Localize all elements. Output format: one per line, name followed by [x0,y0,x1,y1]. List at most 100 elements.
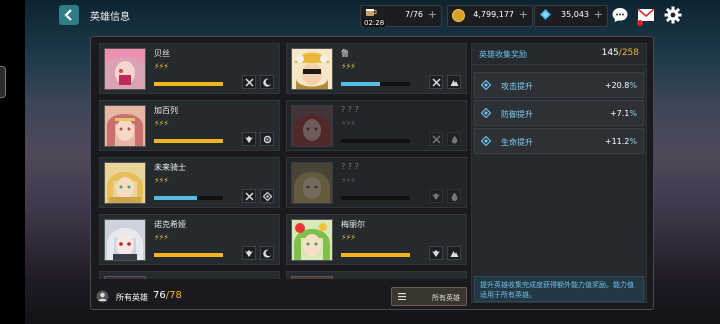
gem-value: 35,043 [561,10,589,19]
blue-gem-icon [540,9,551,20]
hero-count-footer: 所有英雄 76/78 [96,289,256,305]
hero-grid[interactable]: 贝丝 ⚡⚡⚡ 鲁 ⚡⚡⚡ 加百列 ⚡⚡⚡ ? ? ? ⚡⚡⚡ 未来骑士 ⚡⚡⚡ … [99,43,469,279]
mail-button[interactable] [635,4,657,26]
side-handle[interactable] [0,66,6,98]
hero-stars: ⚡⚡⚡ [154,62,169,71]
diamond-outline-icon [481,80,491,90]
hero-name: ? ? ? [341,162,359,171]
hero-stars: ⚡⚡⚡ [154,233,169,242]
hero-stars: ⚡⚡⚡ [154,119,169,128]
hero-portrait [104,105,146,147]
hero-progress-bar [341,139,410,143]
hero-portrait [291,219,333,261]
chat-icon [612,8,628,22]
hero-card-locked[interactable]: ? ? ? ⚡⚡⚡ [286,100,467,151]
mountain-icon [447,246,461,260]
stat-value: +11.2% [604,137,637,146]
diamond-icon [260,189,274,203]
owned-hero-count: 76/78 [153,290,182,301]
hero-progress-bar [341,253,410,257]
hero-card[interactable]: 贝丝 ⚡⚡⚡ [99,43,280,94]
hero-card[interactable]: 未来骑士 ⚡⚡⚡ [99,157,280,208]
droplet-icon [447,189,461,203]
hero-portrait [104,219,146,261]
stat-label: 生命提升 [501,138,533,147]
moon-icon [260,246,274,260]
diamond-outline-icon [481,136,491,146]
hero-stars: ⚡⚡⚡ [341,62,356,71]
stat-value: +7.1% [609,109,637,118]
settings-gear-icon [664,6,682,24]
collection-description: 提升英雄收集完成度获得额外能力值奖励。能力值适用于所有英雄。 [474,276,644,302]
hero-card[interactable]: 加百列 ⚡⚡⚡ [99,100,280,151]
settings-button[interactable] [662,4,684,26]
collection-title: 英雄收集奖励 [479,50,527,59]
hero-name: ? ? ? [341,105,359,114]
hero-portrait [104,276,146,279]
hero-progress-bar [341,196,410,200]
add-gem-button[interactable]: + [594,8,603,21]
gold-value: 4,799,177 [473,10,514,19]
moon-icon [260,75,274,89]
hero-card[interactable]: 鲁 ⚡⚡⚡ [286,43,467,94]
coffee-cup-icon [366,9,377,16]
gold-coin-icon [452,9,465,22]
all-heroes-label: 所有英雄 [116,293,148,302]
hero-portrait [291,162,333,204]
hero-card[interactable]: 诺克希娅 ⚡⚡⚡ [99,214,280,265]
add-stamina-button[interactable]: + [428,8,437,21]
hero-name: 加百列 [154,106,178,115]
hero-stars: ⚡⚡⚡ [154,176,169,185]
wings-icon [242,246,256,260]
page-title: 英雄信息 [90,12,130,23]
chat-button[interactable] [609,4,631,26]
wings-icon [429,189,443,203]
stamina-counter[interactable]: 02:28 7/76 + [360,5,442,27]
wings-icon [429,246,443,260]
stat-label: 攻击提升 [501,82,533,91]
hero-card-locked[interactable]: ? ? ? ⚡⚡⚡ [286,157,467,208]
hero-name: 鲁 [341,49,349,58]
hero-name: 未来骑士 [154,163,186,172]
hero-progress-bar [154,196,223,200]
hero-info-panel: 贝丝 ⚡⚡⚡ 鲁 ⚡⚡⚡ 加百列 ⚡⚡⚡ ? ? ? ⚡⚡⚡ 未来骑士 ⚡⚡⚡ … [90,36,654,310]
notification-dot [637,20,643,26]
hero-portrait [291,105,333,147]
hero-stars: ⚡⚡⚡ [341,119,356,128]
hero-portrait [104,162,146,204]
stat-row-attack: 攻击提升 +20.8% [474,72,644,98]
hero-stars: ⚡⚡⚡ [341,233,356,242]
gem-counter[interactable]: 35,043 + [534,5,608,27]
gold-counter[interactable]: 4,799,177 + [447,5,533,27]
hero-portrait [104,48,146,90]
gear-icon [260,132,274,146]
chevron-left-icon [64,9,72,21]
wings-icon [242,132,256,146]
crossed-swords-icon [429,132,443,146]
hero-filter-button[interactable]: 所有英雄 [391,287,467,306]
crossed-swords-icon [242,75,256,89]
stamina-value: 7/76 [405,10,423,19]
flame-icon [447,132,461,146]
crossed-swords-icon [242,189,256,203]
hero-progress-bar [154,139,223,143]
stat-label: 防御提升 [501,110,533,119]
stat-value: +20.8% [604,81,637,90]
hero-stars: ⚡⚡⚡ [341,176,356,185]
back-button[interactable] [59,5,79,25]
hero-name: 贝丝 [154,49,170,58]
hero-portrait [291,276,333,279]
hero-emblem-icon [96,290,109,303]
collection-reward-panel: 英雄收集奖励 145/258 攻击提升 +20.8% 防御提升 +7.1% 生命… [471,43,647,303]
mountain-icon [447,75,461,89]
stat-row-defense: 防御提升 +7.1% [474,100,644,126]
diamond-outline-icon [481,108,491,118]
hero-card[interactable] [286,271,467,279]
add-gold-button[interactable]: + [519,8,528,21]
hero-card[interactable]: 梅丽尔 ⚡⚡⚡ [286,214,467,265]
hero-card[interactable] [99,271,280,279]
stat-row-health: 生命提升 +11.2% [474,128,644,154]
stamina-timer: 02:28 [363,19,386,27]
collection-header: 英雄收集奖励 145/258 [472,44,646,65]
collection-count: 145/258 [601,48,639,58]
